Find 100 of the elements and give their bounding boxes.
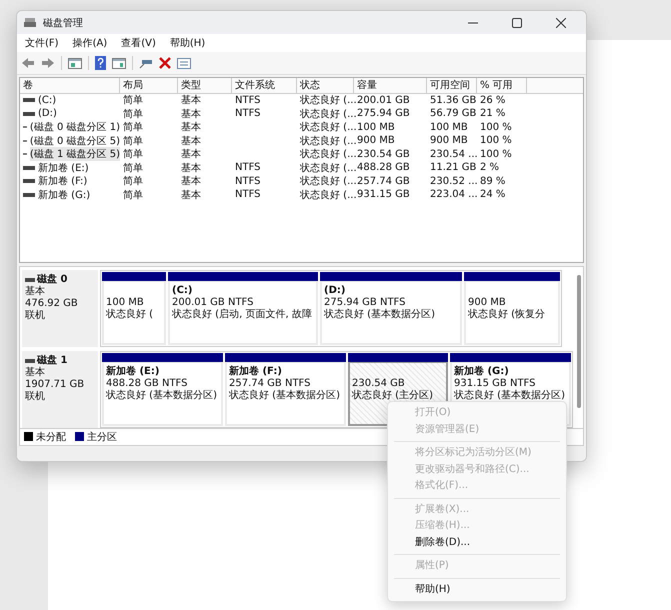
disk-info-panel[interactable]: 磁盘 0 基本 476.92 GB 联机 — [22, 270, 98, 347]
back-arrow-icon[interactable] — [21, 56, 35, 69]
partition-size: 100 MB — [106, 296, 145, 308]
menu-item[interactable]: 操作(A) — [72, 36, 108, 50]
partition-size: 931.15 GB NTFS — [454, 378, 536, 390]
column-header[interactable]: % 可用 — [477, 78, 527, 93]
table-cell: 900 MB — [430, 135, 468, 146]
table-cell: 488.28 GB — [357, 162, 410, 174]
volume-name[interactable]: (磁盘 0 磁盘分区 1) — [30, 120, 120, 134]
context-menu-item[interactable]: 帮助(H) — [388, 582, 566, 598]
table-cell: 100 % — [480, 122, 512, 133]
volume-icon — [23, 192, 35, 197]
partition-size: 488.28 GB NTFS — [106, 378, 188, 390]
table-cell: NTFS — [235, 94, 261, 106]
console-tree-icon[interactable] — [68, 56, 82, 69]
table-cell: 状态良好 (... — [300, 95, 357, 106]
column-header[interactable]: 状态 — [297, 78, 354, 93]
partition-label: 新加卷 (F:) — [229, 366, 283, 378]
forward-arrow-icon[interactable] — [41, 56, 55, 69]
volume-name[interactable]: 新加卷 (G:) — [38, 188, 90, 202]
table-cell: 230.54 ... — [430, 148, 478, 160]
partition-status: 状态良好 ( — [106, 308, 154, 321]
legend-label: 未分配 — [36, 430, 66, 444]
table-cell: NTFS — [235, 162, 261, 174]
column-header[interactable]: 可用空间 — [427, 78, 477, 93]
volume-name[interactable]: 新加卷 (F:) — [38, 174, 88, 188]
table-cell: 11.21 GB — [430, 162, 476, 174]
column-header[interactable]: 卷 — [20, 78, 120, 93]
table-cell: 状态良好 (... — [300, 149, 357, 160]
table-cell: 24 % — [480, 189, 506, 200]
partition-label: 新加卷 (G:) — [454, 366, 510, 378]
table-cell: 简单 — [123, 136, 143, 147]
table-cell: 基本 — [181, 162, 201, 174]
table-cell: NTFS — [235, 189, 261, 200]
table-cell: 223.04 ... — [430, 189, 478, 200]
delete-icon[interactable] — [159, 56, 171, 69]
disk-size: 1907.71 GB — [25, 378, 86, 390]
table-cell: 51.36 GB — [430, 94, 476, 106]
table-cell: NTFS — [235, 176, 261, 187]
table-cell: 100 % — [480, 135, 512, 146]
partition-size: 275.94 GB NTFS — [324, 296, 406, 308]
disk-info-panel[interactable]: 磁盘 1 基本 1907.71 GB 联机 — [22, 350, 98, 428]
partition-status: 状态良好 (基本数据分区) — [454, 390, 566, 402]
maximize-icon[interactable] — [512, 18, 522, 28]
table-cell: 56.79 GB — [430, 108, 476, 120]
column-header[interactable]: 容量 — [354, 78, 427, 93]
volume-name[interactable]: (D:) — [38, 108, 57, 120]
menu-item[interactable]: 查看(V) — [121, 36, 156, 50]
column-header[interactable]: 类型 — [178, 78, 232, 93]
volume-icon — [23, 98, 35, 102]
table-cell: 简单 — [123, 190, 143, 201]
disk-name: 磁盘 1 — [37, 354, 68, 366]
properties-icon[interactable] — [177, 56, 191, 69]
table-cell: 简单 — [123, 122, 143, 134]
volume-icon — [23, 112, 35, 116]
partition-size: 900 MB — [468, 296, 507, 308]
disk-status: 联机 — [25, 390, 46, 403]
partition-status: 状态良好 (基本数据分区) — [106, 390, 218, 402]
disk-type: 基本 — [25, 286, 46, 298]
volume-icon — [23, 179, 35, 184]
partition-size: 230.54 GB — [352, 378, 406, 390]
table-cell: 状态良好 (... — [300, 190, 357, 201]
disk-type: 基本 — [25, 366, 46, 379]
scrollbar[interactable] — [577, 274, 581, 408]
window-title: 磁盘管理 — [43, 16, 83, 30]
partition-label: 新加卷 (E:) — [106, 366, 160, 378]
table-cell: 100 MB — [430, 122, 468, 133]
partition-size: 200.01 GB NTFS — [172, 296, 254, 308]
help-icon[interactable] — [95, 56, 106, 70]
disk-name: 磁盘 0 — [37, 274, 68, 286]
table-cell: 2 % — [480, 162, 500, 174]
volume-name[interactable]: (磁盘 0 磁盘分区 5) — [30, 134, 120, 148]
table-cell: 简单 — [123, 149, 143, 160]
table-cell: 基本 — [181, 149, 201, 160]
close-icon[interactable] — [556, 18, 566, 28]
column-header[interactable]: 布局 — [120, 78, 178, 93]
volume-name[interactable]: 新加卷 (E:) — [38, 160, 89, 175]
column-header[interactable]: 文件系统 — [232, 78, 297, 93]
table-cell: 100 MB — [357, 122, 395, 133]
context-menu-item[interactable]: 删除卷(D)... — [388, 534, 566, 551]
table-cell: 简单 — [123, 162, 143, 174]
table-cell: 基本 — [181, 122, 201, 134]
disk-size: 476.92 GB — [25, 298, 79, 310]
partition-status: 状态良好 (启动, 页面文件, 故障 — [172, 308, 313, 321]
table-cell: 状态良好 (... — [300, 176, 357, 188]
table-cell: 89 % — [480, 176, 506, 187]
table-cell: 230.52 ... — [430, 176, 478, 187]
table-cell: 100 % — [480, 148, 512, 160]
table-cell: 230.54 GB — [357, 148, 410, 160]
table-cell: 基本 — [181, 190, 201, 201]
volume-name[interactable]: (磁盘 1 磁盘分区 5) — [30, 147, 120, 162]
menu-item[interactable]: 帮助(H) — [170, 36, 206, 50]
menu-item[interactable]: 文件(F) — [25, 36, 59, 50]
volume-name[interactable]: (C:) — [38, 94, 56, 106]
partition-label: (C:) — [172, 284, 194, 297]
volume-icon — [23, 166, 35, 170]
table-cell: 257.74 GB — [357, 176, 410, 187]
partition-header-bar — [102, 272, 166, 281]
table-cell: 状态良好 (... — [300, 136, 357, 147]
action-pane-icon[interactable] — [112, 56, 126, 69]
